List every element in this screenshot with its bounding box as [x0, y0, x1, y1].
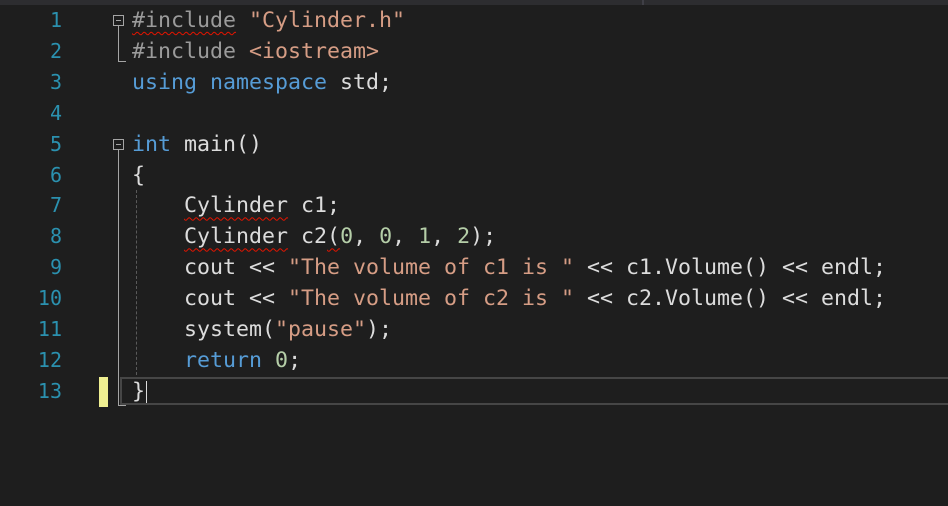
collapse-icon[interactable]: [113, 139, 124, 150]
code-token: ,: [353, 224, 380, 250]
code-token: int: [132, 131, 172, 157]
line-number: 9: [49, 255, 62, 280]
code-line[interactable]: 5 int main(): [0, 129, 948, 160]
code-token: 2: [457, 224, 471, 250]
current-line-highlight: [120, 377, 948, 405]
fold-line: [118, 26, 119, 62]
code-text: Cylinder c1;: [132, 190, 340, 221]
fold-end: [118, 61, 126, 62]
code-text: using namespace std;: [132, 67, 392, 98]
line-number: 12: [37, 347, 62, 372]
line-number: 13: [37, 378, 62, 403]
line-number: 11: [37, 317, 62, 341]
code-text: system("pause");: [132, 314, 392, 345]
code-token: {: [132, 162, 146, 188]
code-text: {: [132, 160, 145, 191]
code-line[interactable]: 11 system("pause");: [0, 314, 948, 345]
code-token: cout <<: [132, 286, 289, 312]
code-token: c1;: [288, 193, 341, 219]
code-token: 1: [418, 224, 432, 250]
code-text: #include "Cylinder.h": [132, 5, 405, 36]
code-token: #include: [132, 38, 237, 64]
error-token: #include: [132, 8, 237, 33]
code-token: ,: [431, 224, 458, 250]
code-token: );: [470, 224, 497, 250]
code-token: ,: [392, 224, 419, 250]
line-number: 10: [37, 286, 62, 311]
code-line[interactable]: 8 Cylinder c2(0, 0, 1, 2);: [0, 221, 948, 252]
code-line[interactable]: 2 #include <iostream>: [0, 36, 948, 67]
code-token: system(: [132, 317, 276, 342]
code-text: cout << "The volume of c1 is " << c1.Vol…: [132, 252, 886, 283]
fold-line: [118, 150, 119, 406]
code-token: << c2.Volume() << endl;: [574, 286, 887, 312]
code-token: ;: [288, 347, 302, 373]
line-number: 2: [49, 38, 62, 63]
code-token: 0: [379, 224, 393, 250]
code-line[interactable]: 9 cout << "The volume of c1 is " << c1.V…: [0, 252, 948, 283]
collapse-icon[interactable]: [113, 15, 124, 26]
code-text: Cylinder c2(0, 0, 1, 2);: [132, 221, 496, 252]
code-line[interactable]: 10 cout << "The volume of c2 is " << c2.…: [0, 283, 948, 314]
code-line[interactable]: 12 return 0;: [0, 345, 948, 376]
code-token: c2: [288, 224, 328, 250]
line-number: 3: [49, 69, 62, 94]
line-number: 5: [49, 131, 62, 156]
code-line[interactable]: 1 #include "Cylinder.h": [0, 5, 948, 36]
code-line[interactable]: 4: [0, 98, 948, 129]
code-token: );: [366, 317, 393, 342]
code-text: return 0;: [132, 345, 301, 376]
code-text: int main(): [132, 129, 262, 160]
code-token: << c1.Volume() << endl;: [574, 255, 887, 281]
code-line[interactable]: 3 using namespace std;: [0, 67, 948, 98]
text-caret: [146, 381, 147, 403]
code-line[interactable]: 7 Cylinder c1;: [0, 190, 948, 221]
line-number: 7: [49, 193, 62, 218]
error-token: Cylinder: [184, 224, 289, 250]
code-token: cout <<: [132, 255, 289, 281]
code-token: <iostream>: [249, 38, 380, 64]
code-line[interactable]: 6{: [0, 160, 948, 191]
code-token: "pause": [275, 317, 367, 342]
code-token: namespace: [210, 69, 328, 95]
code-token: "Cylinder.h": [249, 8, 406, 33]
error-token: (: [327, 224, 341, 250]
unsaved-change-marker: [99, 377, 108, 407]
line-number: 6: [49, 162, 62, 187]
code-token: 0: [340, 224, 354, 250]
code-token: 0: [275, 347, 289, 373]
error-token: Cylinder: [184, 193, 289, 219]
code-token: "The volume of c2 is ": [288, 286, 575, 312]
code-text: #include <iostream>: [132, 36, 379, 67]
code-token: main(): [171, 131, 263, 157]
line-number: 1: [49, 8, 62, 32]
code-text: cout << "The volume of c2 is " << c2.Vol…: [132, 283, 886, 314]
code-token: std;: [327, 69, 393, 95]
code-token: "The volume of c1 is ": [288, 255, 575, 281]
code-token: using: [132, 69, 198, 95]
line-number: 8: [49, 224, 62, 249]
indent-guide: [136, 190, 137, 375]
fold-end: [118, 405, 126, 406]
code-token: return: [184, 347, 263, 373]
line-number: 4: [49, 100, 62, 125]
